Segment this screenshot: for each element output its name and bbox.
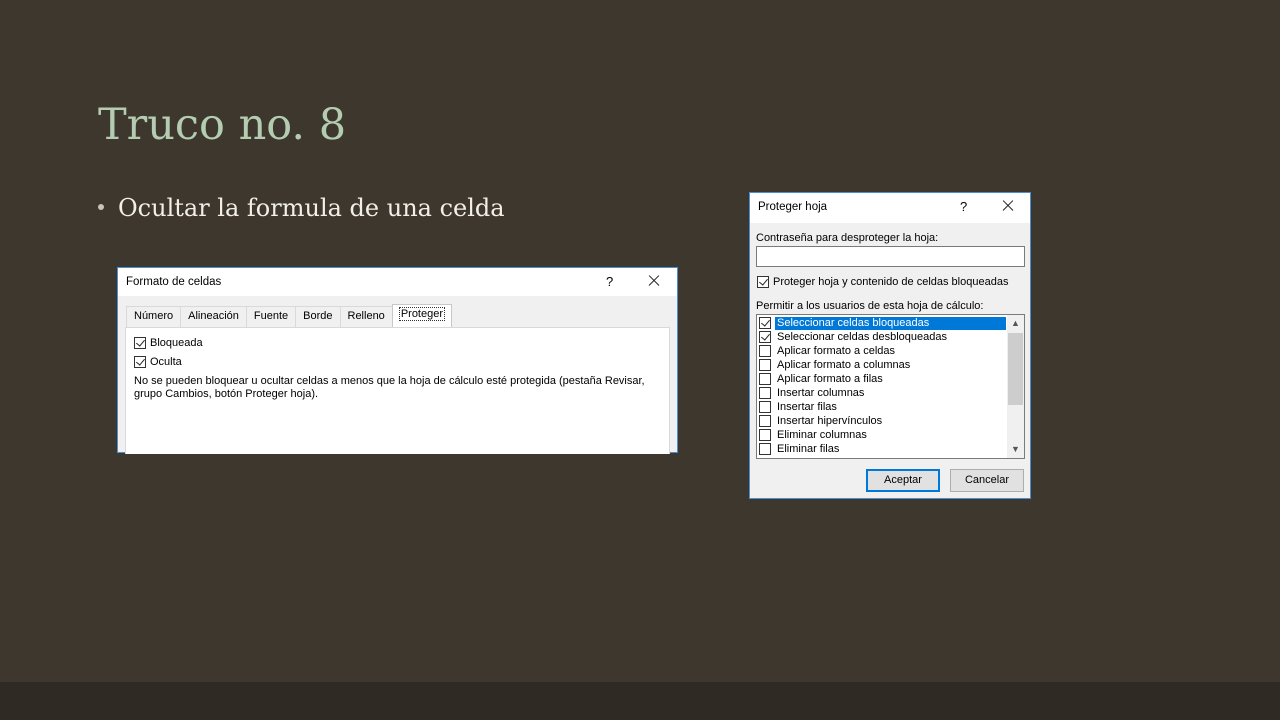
checkbox-unchecked-icon bbox=[759, 429, 771, 441]
list-item-label: Insertar hipervínculos bbox=[777, 414, 883, 427]
list-item[interactable]: Eliminar columnas bbox=[759, 428, 1006, 442]
list-item[interactable]: Insertar filas bbox=[759, 400, 1006, 414]
dialog-title: Proteger hoja bbox=[758, 201, 828, 213]
protection-note: No se pueden bloquear u ocultar celdas a… bbox=[134, 375, 645, 400]
list-item-label: Seleccionar celdas bloqueadas bbox=[774, 315, 1007, 331]
checkbox-unchecked-icon bbox=[759, 373, 771, 385]
dialog-titlebar: Proteger hoja ? bbox=[750, 193, 1030, 223]
allow-label: Permitir a los usuarios de esta hoja de … bbox=[756, 300, 984, 312]
checkbox-unchecked-icon bbox=[759, 443, 771, 455]
protect-sheet-checkbox[interactable]: Proteger hoja y contenido de celdas bloq… bbox=[757, 276, 1008, 288]
checkbox-checked-icon bbox=[759, 331, 771, 343]
list-item-label: Insertar columnas bbox=[777, 386, 865, 399]
list-item[interactable]: Eliminar filas bbox=[759, 442, 1006, 456]
list-item-label: Eliminar filas bbox=[777, 442, 840, 455]
list-scrollbar[interactable]: ▲ ▼ bbox=[1007, 315, 1024, 458]
list-item-label: Aplicar formato a columnas bbox=[777, 358, 911, 371]
hidden-label: Oculta bbox=[150, 356, 182, 368]
format-cells-dialog: Formato de celdas ? Número Alineación Fu… bbox=[117, 267, 678, 454]
protect-sheet-dialog: Proteger hoja ? Contraseña para desprote… bbox=[749, 192, 1031, 499]
scroll-down-icon[interactable]: ▼ bbox=[1007, 441, 1024, 458]
locked-label: Bloqueada bbox=[150, 337, 203, 349]
list-item[interactable]: Insertar columnas bbox=[759, 386, 1006, 400]
help-button[interactable]: ? bbox=[960, 199, 967, 214]
list-item[interactable]: Insertar hipervínculos bbox=[759, 414, 1006, 428]
list-item[interactable]: Aplicar formato a columnas bbox=[759, 358, 1006, 372]
password-input[interactable] bbox=[756, 246, 1025, 267]
checkbox-unchecked-icon bbox=[759, 401, 771, 413]
tab-proteger-label: Proteger bbox=[398, 307, 446, 321]
protection-panel: Bloqueada Oculta No se pueden bloquear u… bbox=[125, 327, 670, 454]
locked-checkbox[interactable]: Bloqueada bbox=[134, 337, 203, 349]
list-item-label: Aplicar formato a celdas bbox=[777, 344, 895, 357]
list-item[interactable]: Aplicar formato a celdas bbox=[759, 344, 1006, 358]
password-label: Contraseña para desproteger la hoja: bbox=[756, 232, 939, 244]
checkbox-unchecked-icon bbox=[759, 415, 771, 427]
tab-strip: Número Alineación Fuente Borde Relleno P… bbox=[126, 304, 453, 327]
bullet-dot-icon bbox=[98, 203, 104, 210]
cancel-button[interactable]: Cancelar bbox=[950, 469, 1024, 492]
scrollbar-thumb[interactable] bbox=[1008, 333, 1023, 405]
tab-fuente[interactable]: Fuente bbox=[245, 306, 297, 327]
list-item-label: Insertar filas bbox=[777, 400, 837, 413]
bullet-item: Ocultar la formula de una celda bbox=[98, 194, 505, 222]
list-item-label: Eliminar columnas bbox=[777, 428, 867, 441]
checkbox-checked-icon bbox=[757, 276, 769, 288]
tab-relleno[interactable]: Relleno bbox=[339, 306, 393, 327]
list-item[interactable]: Seleccionar celdas desbloqueadas bbox=[759, 330, 1006, 344]
footer-band bbox=[0, 682, 1280, 720]
checkbox-unchecked-icon bbox=[759, 387, 771, 399]
list-item[interactable]: Aplicar formato a filas bbox=[759, 372, 1006, 386]
slide-title: Truco no. 8 bbox=[98, 100, 347, 150]
dialog-titlebar: Formato de celdas ? bbox=[118, 268, 677, 296]
list-item-label: Aplicar formato a filas bbox=[777, 372, 883, 385]
protect-sheet-label: Proteger hoja y contenido de celdas bloq… bbox=[773, 276, 1009, 288]
help-button[interactable]: ? bbox=[606, 274, 613, 289]
tab-proteger[interactable]: Proteger bbox=[391, 304, 453, 327]
accept-button[interactable]: Aceptar bbox=[866, 469, 940, 492]
checkbox-unchecked-icon bbox=[759, 345, 771, 357]
checkbox-checked-icon bbox=[759, 317, 771, 329]
list-item[interactable]: Seleccionar celdas bloqueadas bbox=[759, 315, 1007, 331]
tab-numero[interactable]: Número bbox=[126, 306, 182, 327]
tab-borde[interactable]: Borde bbox=[295, 306, 341, 327]
list-item-label: Seleccionar celdas desbloqueadas bbox=[777, 330, 948, 343]
hidden-checkbox[interactable]: Oculta bbox=[134, 356, 182, 368]
dialog-title: Formato de celdas bbox=[126, 276, 222, 288]
permissions-list[interactable]: Seleccionar celdas bloqueadas Selecciona… bbox=[756, 314, 1025, 459]
checkbox-checked-icon bbox=[134, 356, 146, 368]
close-button[interactable] bbox=[996, 195, 1020, 217]
checkbox-unchecked-icon bbox=[759, 359, 771, 371]
close-button[interactable] bbox=[642, 270, 666, 292]
bullet-text: Ocultar la formula de una celda bbox=[118, 194, 505, 222]
tab-alineacion[interactable]: Alineación bbox=[180, 306, 247, 327]
checkbox-checked-icon bbox=[134, 337, 146, 349]
scroll-up-icon[interactable]: ▲ bbox=[1007, 315, 1024, 332]
